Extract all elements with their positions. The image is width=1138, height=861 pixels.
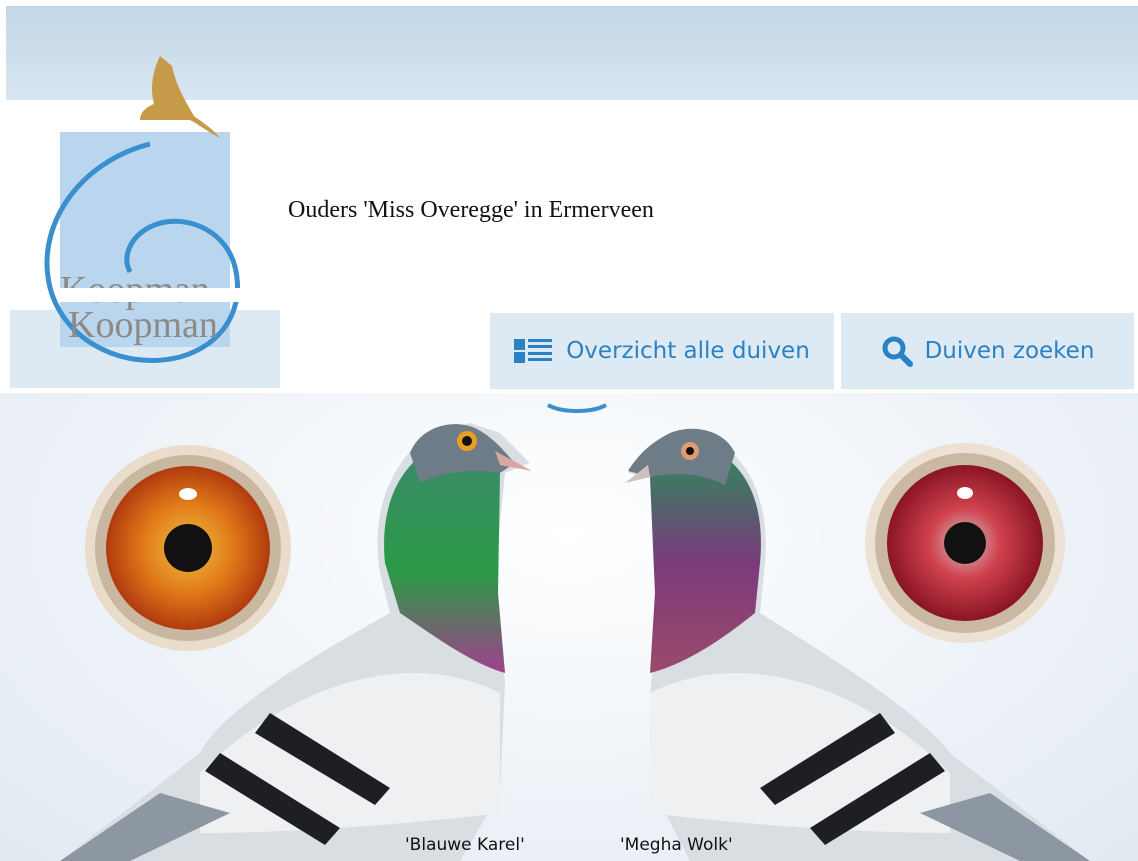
right-eye-closeup [865,443,1065,643]
left-eye-closeup [85,445,291,651]
overview-label: Overzicht alle duiven [566,338,810,364]
svg-text:Koopman: Koopman [68,304,218,346]
hero-pigeons-image: 'Blauwe Karel' 'Megha Wolk' [0,393,1138,861]
search-label: Duiven zoeken [924,338,1095,364]
left-pigeon-name: 'Blauwe Karel' [405,835,525,855]
search-icon [881,335,913,367]
koopman-logo[interactable]: Koopman Koopman [40,52,250,372]
page-title: Ouders 'Miss Overegge' in Ermerveen [288,197,654,223]
bird-icon [140,56,220,138]
search-pigeons-button[interactable]: Duiven zoeken [841,313,1134,389]
overview-all-pigeons-button[interactable]: Overzicht alle duiven [490,313,834,389]
list-icon [514,337,554,365]
right-pigeon-name: 'Megha Wolk' [620,835,733,855]
